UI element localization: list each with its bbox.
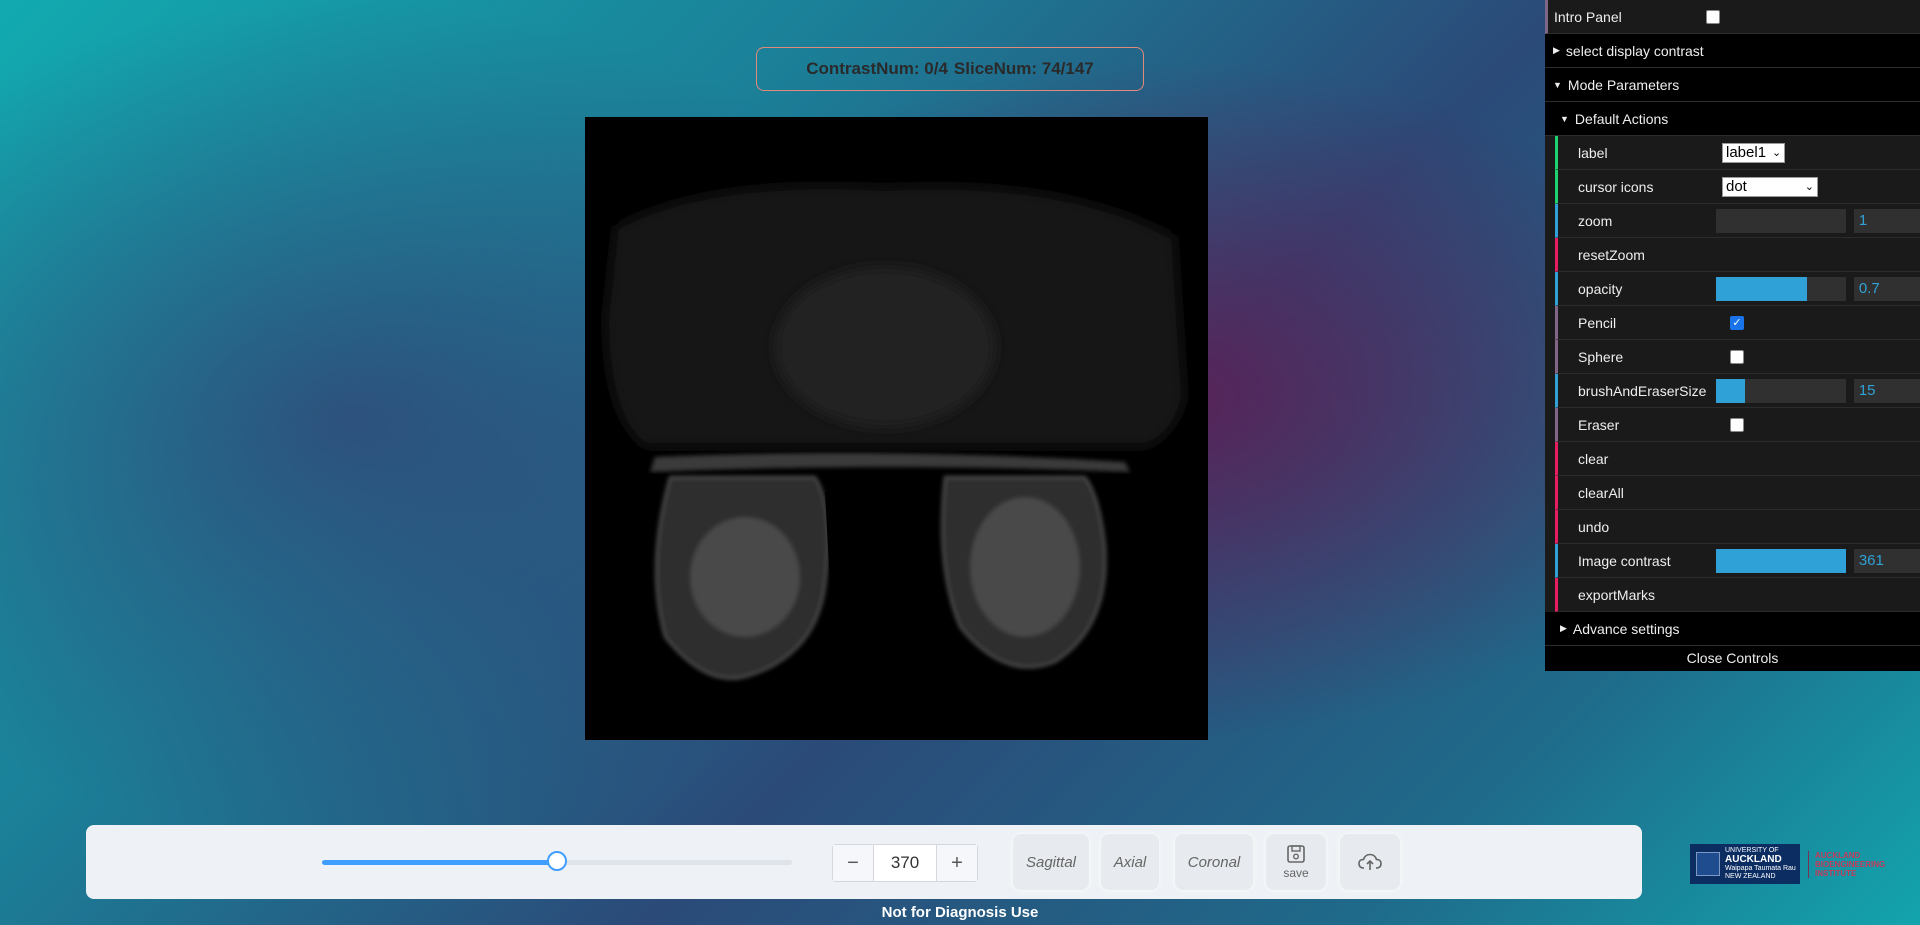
university-logo: UNIVERSITY OF AUCKLAND Waipapa Taumata R… xyxy=(1690,844,1900,884)
save-button[interactable]: save xyxy=(1266,834,1326,890)
stepper-value[interactable]: 370 xyxy=(874,845,936,881)
slice-slider-thumb[interactable] xyxy=(547,851,567,871)
advance-settings-folder[interactable]: ▶ Advance settings xyxy=(1545,612,1920,646)
select-contrast-label: select display contrast xyxy=(1565,42,1704,59)
crest-icon xyxy=(1696,852,1720,876)
sphere-row: Sphere xyxy=(1555,340,1920,374)
contrast-number: ContrastNum: 0/4 xyxy=(806,59,948,78)
brush-size-name: brushAndEraserSize xyxy=(1578,382,1707,399)
status-display: ContrastNum: 0/4 SliceNum: 74/147 xyxy=(756,47,1144,91)
caret-down-icon: ▼ xyxy=(1553,79,1562,90)
export-marks-button[interactable]: exportMarks xyxy=(1555,578,1920,612)
mode-parameters-folder[interactable]: ▼ Mode Parameters xyxy=(1545,68,1920,102)
bottom-toolbar: − 370 + Sagittal Axial Coronal save xyxy=(86,825,1642,899)
image-contrast-name: Image contrast xyxy=(1578,552,1671,569)
brush-size-value[interactable]: 15 xyxy=(1853,378,1920,403)
image-viewer[interactable] xyxy=(585,117,1208,740)
sphere-checkbox[interactable] xyxy=(1730,349,1744,364)
clear-button[interactable]: clear xyxy=(1555,442,1920,476)
intro-panel-checkbox[interactable] xyxy=(1706,9,1720,24)
advance-settings-label: Advance settings xyxy=(1572,620,1680,637)
coronal-button[interactable]: Coronal xyxy=(1175,834,1253,890)
chevron-down-icon: ⌄ xyxy=(1772,147,1782,159)
mode-parameters-label: Mode Parameters xyxy=(1567,76,1680,93)
uoa-logo: UNIVERSITY OF AUCKLAND Waipapa Taumata R… xyxy=(1690,844,1800,884)
opacity-name: opacity xyxy=(1578,280,1623,297)
eraser-name: Eraser xyxy=(1578,416,1620,433)
clear-all-button[interactable]: clearAll xyxy=(1555,476,1920,510)
zoom-name: zoom xyxy=(1578,212,1613,229)
brush-size-row: brushAndEraserSize 15 xyxy=(1555,374,1920,408)
axial-button[interactable]: Axial xyxy=(1101,834,1159,890)
save-disk-icon xyxy=(1287,845,1305,863)
brush-size-slider[interactable] xyxy=(1716,378,1846,403)
pencil-checkbox[interactable]: ✓ xyxy=(1730,315,1744,330)
abi-logo: AUCKLAND BIOENGINEERING INSTITUTE xyxy=(1808,850,1885,878)
caret-down-icon: ▼ xyxy=(1560,113,1569,124)
cursor-icons-row: cursor icons dot ⌄ xyxy=(1555,170,1920,204)
cursor-icons-name: cursor icons xyxy=(1578,178,1654,195)
caret-right-icon: ▶ xyxy=(1560,623,1567,633)
intro-panel-label: Intro Panel xyxy=(1554,8,1622,25)
close-controls-button[interactable]: Close Controls xyxy=(1545,646,1920,671)
eraser-row: Eraser xyxy=(1555,408,1920,442)
upload-button[interactable] xyxy=(1340,834,1400,890)
opacity-row: opacity 0.7 xyxy=(1555,272,1920,306)
caret-right-icon: ▶ xyxy=(1553,45,1560,55)
opacity-slider[interactable] xyxy=(1716,276,1846,301)
label-select[interactable]: label1 ⌄ xyxy=(1722,142,1786,163)
mri-slice-image xyxy=(605,185,1185,682)
image-contrast-slider[interactable] xyxy=(1716,548,1846,573)
zoom-row: zoom 1 xyxy=(1555,204,1920,238)
default-actions-label: Default Actions xyxy=(1574,110,1669,127)
image-contrast-value[interactable]: 361 xyxy=(1853,548,1920,573)
disclaimer-text: Not for Diagnosis Use xyxy=(881,904,1039,921)
select-contrast-folder[interactable]: ▶ select display contrast xyxy=(1545,34,1920,68)
default-actions-folder[interactable]: ▼ Default Actions xyxy=(1545,102,1920,136)
cursor-icons-select[interactable]: dot ⌄ xyxy=(1722,176,1818,197)
sagittal-button[interactable]: Sagittal xyxy=(1013,834,1089,890)
sphere-name: Sphere xyxy=(1578,348,1624,365)
image-contrast-row: Image contrast 361 xyxy=(1555,544,1920,578)
controls-panel: Intro Panel ▶ select display contrast ▼ … xyxy=(1545,0,1920,671)
pencil-row: Pencil ✓ xyxy=(1555,306,1920,340)
eraser-checkbox[interactable] xyxy=(1730,417,1744,432)
undo-button[interactable]: undo xyxy=(1555,510,1920,544)
minus-icon[interactable]: − xyxy=(833,845,874,881)
slice-number: SliceNum: 74/147 xyxy=(953,59,1094,78)
chevron-down-icon: ⌄ xyxy=(1804,181,1814,193)
zoom-slider[interactable] xyxy=(1716,208,1846,233)
plus-icon[interactable]: + xyxy=(936,845,977,881)
zoom-value[interactable]: 1 xyxy=(1853,208,1920,233)
pencil-name: Pencil xyxy=(1578,314,1617,331)
label-name: label xyxy=(1578,144,1608,161)
reset-zoom-button[interactable]: resetZoom xyxy=(1555,238,1920,272)
intro-panel-row[interactable]: Intro Panel xyxy=(1545,0,1920,34)
opacity-value[interactable]: 0.7 xyxy=(1853,276,1920,301)
contrast-stepper: − 370 + xyxy=(832,844,978,882)
cloud-upload-icon xyxy=(1358,853,1382,870)
label-row: label label1 ⌄ xyxy=(1555,136,1920,170)
